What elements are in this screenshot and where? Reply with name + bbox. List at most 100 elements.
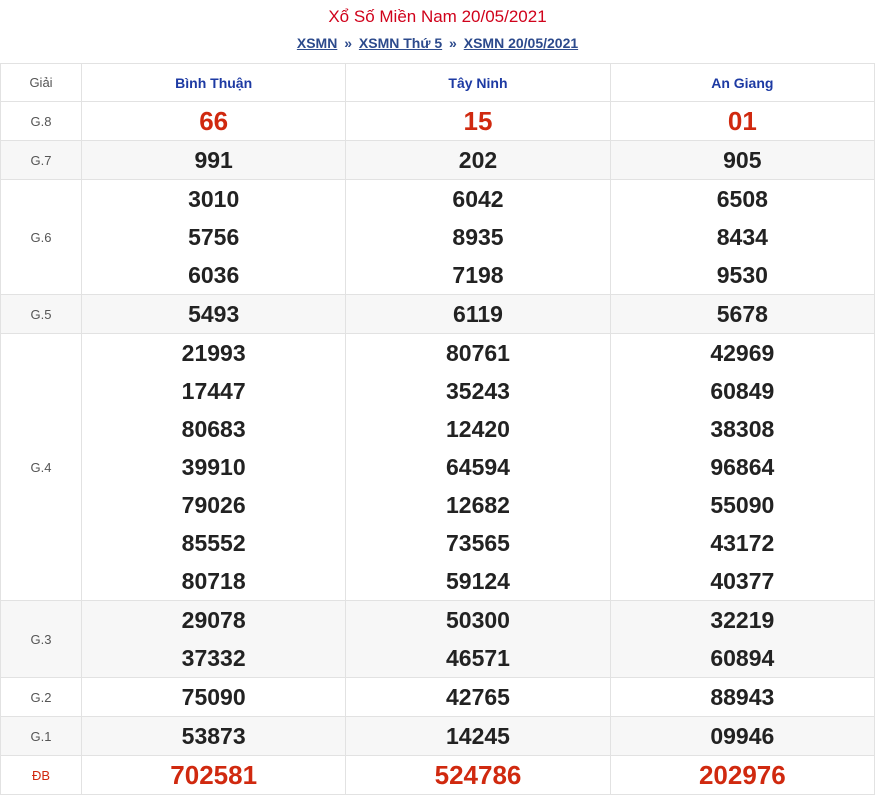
prize-number: 202 <box>458 147 498 173</box>
page-title: Xổ Số Miền Nam 20/05/2021 <box>328 7 547 26</box>
prize-cell: 991 <box>80 140 347 180</box>
prize-cell: 09946 <box>609 716 875 756</box>
prize-cell: 80761 35243 12420 64594 12682 73565 59124 <box>345 333 611 601</box>
prize-cell: 01 <box>609 101 875 141</box>
prize-number: 17447 <box>181 378 246 404</box>
prize-number: 85552 <box>181 530 246 556</box>
prize-number: 38308 <box>710 416 775 442</box>
prize-label: G.5 <box>0 294 82 334</box>
prize-number: 39910 <box>181 454 246 480</box>
prize-label: ĐB <box>0 755 82 795</box>
page-header: Xổ Số Miền Nam 20/05/2021 XSMN » XSMN Th… <box>0 0 875 63</box>
table-row: G.2 75090 42765 88943 <box>0 677 875 717</box>
prize-label: G.6 <box>0 179 82 295</box>
prize-cell: 32219 60894 <box>609 600 875 678</box>
prize-number: 64594 <box>446 454 510 480</box>
prize-number: 09946 <box>710 723 775 749</box>
table-row: G.6 3010 5756 6036 6042 8935 7198 6508 8434 9530 <box>0 179 875 295</box>
prize-number: 80761 <box>446 340 510 366</box>
prize-number: 29078 <box>181 607 246 633</box>
prize-cell: 5493 <box>80 294 347 334</box>
prize-number: 42765 <box>446 684 510 710</box>
prize-label: G.4 <box>0 333 82 601</box>
prize-number: 9530 <box>716 262 768 288</box>
prize-number: 80718 <box>181 568 246 594</box>
breadcrumb: XSMN » XSMN Thứ 5 » XSMN 20/05/2021 <box>0 33 875 53</box>
prize-number: 15 <box>463 106 493 136</box>
prize-cell: 42969 60849 38308 96864 55090 43172 40377 <box>609 333 875 601</box>
prize-number: 5678 <box>716 301 768 327</box>
prize-number: 60894 <box>710 645 775 671</box>
prize-number: 88943 <box>710 684 775 710</box>
breadcrumb-xsmn-date-link[interactable]: XSMN 20/05/2021 <box>464 35 578 51</box>
prize-cell: 702581 <box>80 755 347 795</box>
prize-cell: 50300 46571 <box>345 600 611 678</box>
prize-cell: 66 <box>80 101 347 141</box>
prize-cell: 6508 8434 9530 <box>609 179 875 295</box>
prize-number: 32219 <box>710 607 775 633</box>
table-row: G.1 53873 14245 09946 <box>0 716 875 756</box>
prize-number: 80683 <box>181 416 246 442</box>
prize-number: 55090 <box>710 492 775 518</box>
prize-cell: 202 <box>345 140 611 180</box>
prize-number: 73565 <box>446 530 510 556</box>
prize-number: 35243 <box>446 378 510 404</box>
table-row: G.3 29078 37332 50300 46571 32219 60894 <box>0 600 875 678</box>
column-header-province: Bình Thuận <box>80 63 347 102</box>
prize-cell: 53873 <box>80 716 347 756</box>
prize-number: 01 <box>727 106 757 136</box>
prize-cell: 42765 <box>345 677 611 717</box>
prize-label: G.2 <box>0 677 82 717</box>
prize-number: 702581 <box>170 760 258 790</box>
prize-number: 6508 <box>716 186 768 212</box>
breadcrumb-separator: » <box>449 35 457 51</box>
prize-cell: 15 <box>345 101 611 141</box>
prize-label: G.3 <box>0 600 82 678</box>
prize-label: G.7 <box>0 140 82 180</box>
prize-cell: 6119 <box>345 294 611 334</box>
table-row: G.4 21993 17447 80683 39910 79026 85552 80718 80… <box>0 333 875 601</box>
prize-number: 7198 <box>452 262 504 288</box>
prize-cell: 21993 17447 80683 39910 79026 85552 80718 <box>80 333 347 601</box>
prize-cell: 905 <box>609 140 875 180</box>
prize-number: 75090 <box>181 684 246 710</box>
column-header-province: An Giang <box>609 63 875 102</box>
breadcrumb-xsmn-link[interactable]: XSMN <box>297 35 337 51</box>
prize-label: G.1 <box>0 716 82 756</box>
prize-number: 14245 <box>446 723 510 749</box>
prize-number: 6042 <box>452 186 504 212</box>
prize-number: 60849 <box>710 378 775 404</box>
prize-number: 79026 <box>181 492 246 518</box>
prize-number: 59124 <box>446 568 510 594</box>
results-table: Giải Bình Thuận Tây Ninh An Giang G.8 66 1… <box>0 63 875 795</box>
prize-number: 12420 <box>446 416 510 442</box>
prize-number: 6119 <box>453 301 503 327</box>
prize-number: 5756 <box>188 224 240 250</box>
table-header-row: Giải Bình Thuận Tây Ninh An Giang <box>0 63 875 102</box>
table-row: G.7 991 202 905 <box>0 140 875 180</box>
prize-number: 524786 <box>434 760 522 790</box>
prize-cell: 202976 <box>609 755 875 795</box>
prize-number: 21993 <box>181 340 246 366</box>
prize-cell: 3010 5756 6036 <box>80 179 347 295</box>
prize-number: 66 <box>199 106 229 136</box>
prize-number: 905 <box>723 147 762 173</box>
table-row: G.8 66 15 01 <box>0 101 875 141</box>
prize-number: 42969 <box>710 340 775 366</box>
prize-cell: 75090 <box>80 677 347 717</box>
prize-number: 37332 <box>181 645 246 671</box>
prize-number: 3010 <box>188 186 240 212</box>
prize-number: 50300 <box>446 607 510 633</box>
prize-number: 5493 <box>188 301 240 327</box>
results-body: G.8 66 15 01 G.7 991 202 905 G.6 3010 5756 6036 6042… <box>0 101 875 795</box>
prize-number: 53873 <box>181 723 246 749</box>
prize-cell: 88943 <box>609 677 875 717</box>
prize-cell: 6042 8935 7198 <box>345 179 611 295</box>
prize-cell: 14245 <box>345 716 611 756</box>
prize-number: 43172 <box>710 530 775 556</box>
prize-cell: 29078 37332 <box>80 600 347 678</box>
prize-number: 202976 <box>698 760 786 790</box>
prize-number: 991 <box>194 147 233 173</box>
breadcrumb-xsmn-thu5-link[interactable]: XSMN Thứ 5 <box>359 35 442 51</box>
prize-label: G.8 <box>0 101 82 141</box>
